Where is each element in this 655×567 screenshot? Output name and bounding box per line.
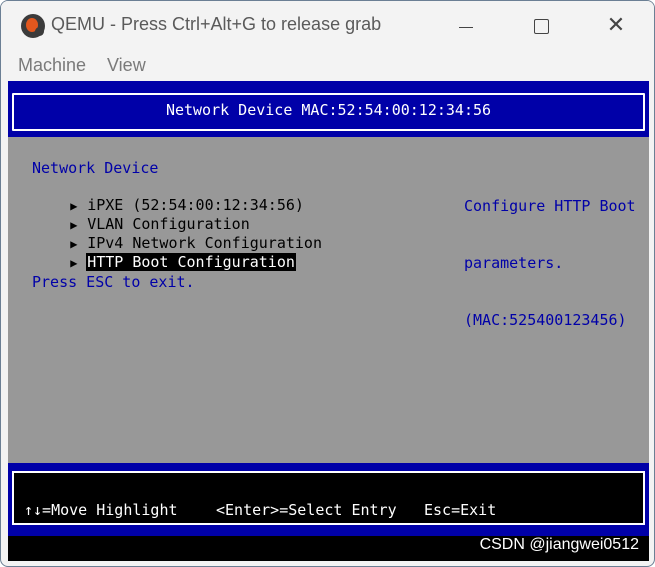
menu-entry-ipv4[interactable]: ▶ IPv4 Network Configuration bbox=[16, 216, 323, 252]
menu-entry-http-boot[interactable]: ▶ HTTP Boot Configuration bbox=[16, 235, 296, 271]
footer-exit-hint: Esc=Exit bbox=[424, 501, 497, 519]
menu-view[interactable]: View bbox=[107, 55, 146, 76]
bios-header-title: Network Device MAC:52:54:00:12:34:56 bbox=[165, 101, 492, 119]
section-title: Network Device bbox=[32, 159, 159, 177]
maximize-button[interactable] bbox=[511, 1, 571, 51]
title-bar[interactable]: QEMU - Press Ctrl+Alt+G to release grab … bbox=[1, 1, 654, 51]
menu-machine[interactable]: Machine bbox=[18, 55, 86, 76]
qemu-window: QEMU - Press Ctrl+Alt+G to release grab … bbox=[0, 0, 655, 567]
help-line: parameters. bbox=[464, 254, 564, 272]
submenu-arrow-icon: ▶ bbox=[70, 256, 78, 270]
menu-bar: Machine View bbox=[1, 51, 654, 81]
footer-move-hint: ↑↓=Move Highlight bbox=[24, 501, 178, 519]
menu-entry-ipxe[interactable]: ▶ iPXE (52:54:00:12:34:56) bbox=[16, 178, 305, 214]
watermark: CSDN @jiangwei0512 bbox=[479, 536, 639, 553]
close-icon: ✕ bbox=[606, 13, 626, 38]
maximize-icon bbox=[533, 18, 549, 34]
menu-entry-label: HTTP Boot Configuration bbox=[86, 253, 296, 271]
minimize-button[interactable] bbox=[436, 1, 496, 51]
minimize-icon bbox=[459, 26, 473, 28]
help-line: Configure HTTP Boot bbox=[464, 197, 636, 215]
menu-entry-vlan[interactable]: ▶ VLAN Configuration bbox=[16, 197, 251, 233]
footer-select-hint: <Enter>=Select Entry bbox=[216, 501, 397, 519]
vm-screen[interactable]: Network Device MAC:52:54:00:12:34:56 Net… bbox=[8, 81, 649, 561]
window-title: QEMU - Press Ctrl+Alt+G to release grab bbox=[51, 14, 382, 34]
close-button[interactable]: ✕ bbox=[586, 1, 646, 51]
help-line: (MAC:525400123456) bbox=[464, 311, 627, 329]
help-panel: Configure HTTP Boot parameters. (MAC:525… bbox=[464, 159, 636, 368]
exit-hint: Press ESC to exit. bbox=[32, 273, 195, 291]
qemu-logo-icon bbox=[21, 14, 45, 38]
